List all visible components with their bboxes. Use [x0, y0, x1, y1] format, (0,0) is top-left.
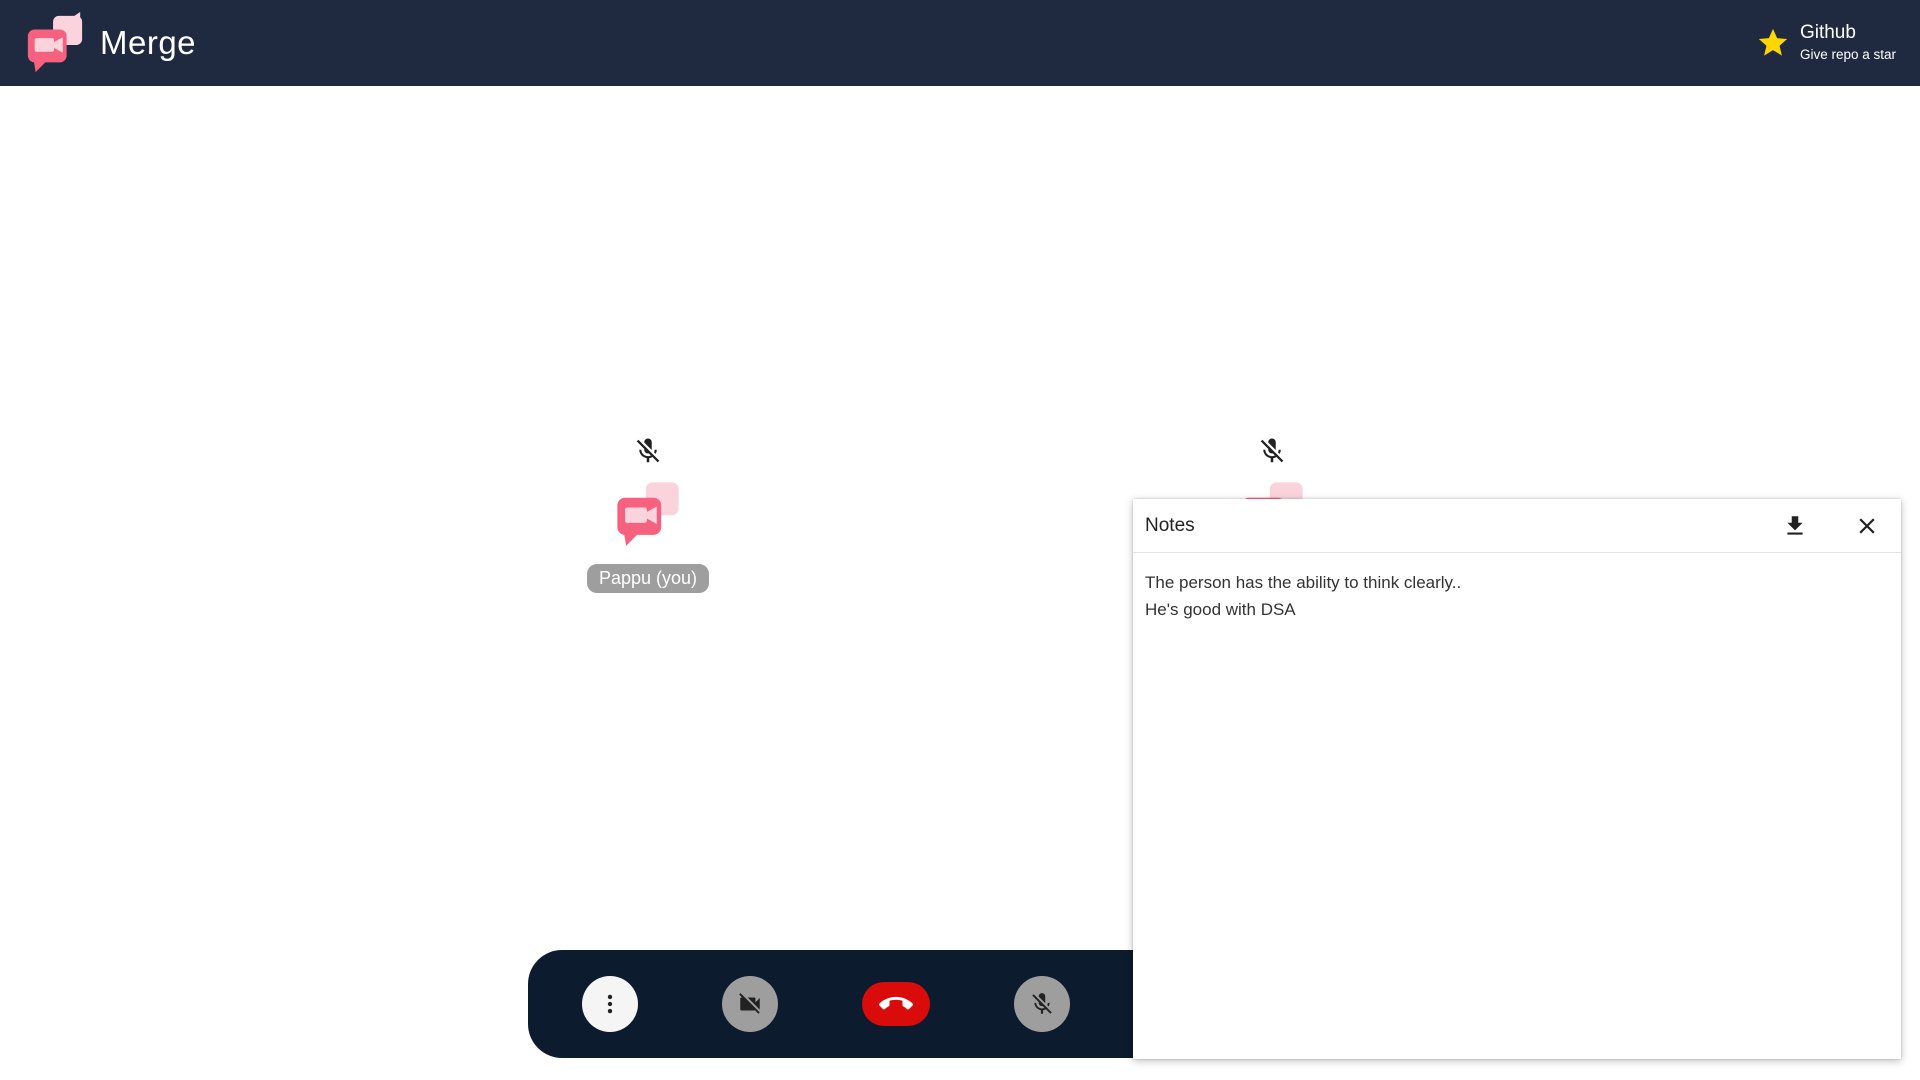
merge-logo-icon — [27, 12, 83, 73]
mic-off-icon — [1260, 438, 1284, 463]
more-vert-icon — [607, 994, 613, 1014]
participant-avatar-icon — [617, 482, 679, 546]
video-off-icon — [739, 993, 760, 1014]
notes-textarea[interactable] — [1133, 553, 1901, 1059]
close-notes-button[interactable] — [1845, 504, 1889, 548]
more-options-button[interactable] — [582, 976, 638, 1032]
notes-header: Notes — [1133, 499, 1901, 553]
notes-title: Notes — [1145, 514, 1195, 536]
end-call-button[interactable] — [862, 982, 930, 1026]
participant-name: Pappu (you) — [586, 564, 710, 593]
github-title: Github — [1799, 22, 1856, 43]
close-icon — [1859, 517, 1875, 534]
github-link[interactable]: Github Give repo a star — [1756, 21, 1896, 65]
call-controls — [528, 950, 1168, 1058]
mic-off-icon — [1032, 993, 1052, 1014]
github-subtitle: Give repo a star — [1799, 47, 1896, 62]
brand[interactable]: Merge — [24, 12, 196, 74]
participant-tile: Pappu (you) — [528, 436, 768, 636]
notes-panel: Notes — [1133, 499, 1901, 1059]
download-notes-button[interactable] — [1773, 504, 1817, 548]
star-icon — [1758, 28, 1788, 56]
github-text: Github Give repo a star — [1800, 21, 1896, 65]
mic-off-icon — [636, 438, 660, 463]
toggle-video-button[interactable] — [722, 976, 778, 1032]
toggle-mic-button[interactable] — [1014, 976, 1070, 1032]
download-icon — [1787, 515, 1803, 535]
app-header: Merge Github Give repo a star — [0, 0, 1920, 86]
brand-name: Merge — [100, 24, 197, 61]
call-end-icon — [879, 996, 913, 1010]
